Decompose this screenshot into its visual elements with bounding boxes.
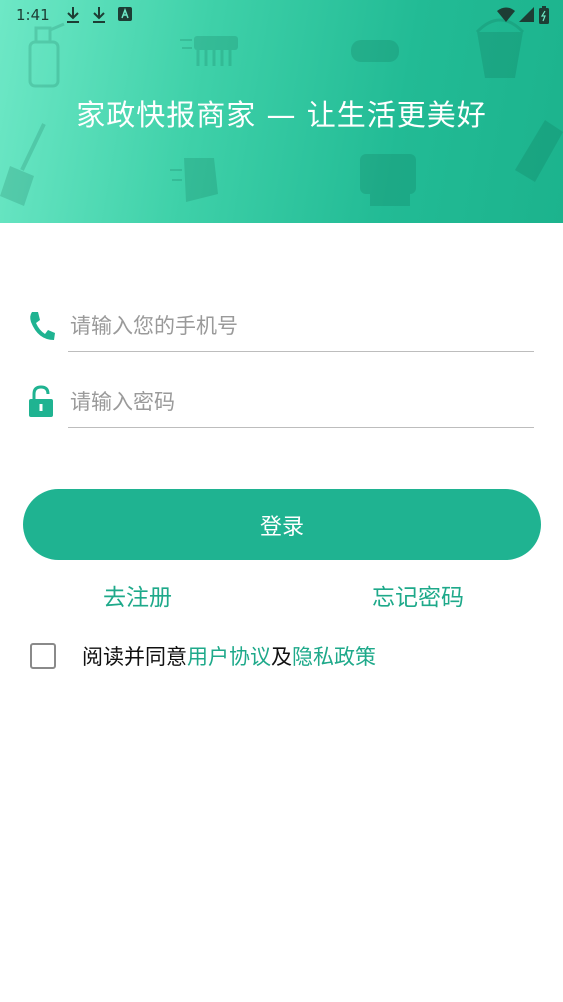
password-input[interactable]: [68, 376, 534, 428]
lock-icon: [29, 385, 53, 417]
login-button[interactable]: 登录: [23, 489, 541, 560]
paper-roll-icon: [360, 154, 416, 206]
status-bar: 1:41: [0, 0, 563, 30]
status-time: 1:41: [16, 6, 50, 24]
battery-icon: [539, 6, 549, 24]
agreement-row: 阅读并同意用户协议及隐私政策: [30, 640, 376, 672]
forgot-password-link[interactable]: 忘记密码: [372, 578, 464, 612]
register-link[interactable]: 去注册: [103, 578, 172, 612]
glove-icon: [170, 158, 218, 202]
phone-input[interactable]: [68, 300, 534, 352]
header-title: 家政快报商家 — 让生活更美好: [76, 98, 487, 132]
agreement-text: 阅读并同意用户协议及隐私政策: [82, 641, 376, 671]
privacy-policy-link[interactable]: 隐私政策: [292, 645, 376, 669]
sponge-icon: [351, 40, 399, 62]
agreement-checkbox[interactable]: [30, 643, 56, 669]
password-field: [26, 376, 536, 434]
wifi-icon: [497, 7, 515, 22]
agreement-conjunction: 及: [271, 645, 292, 669]
signal-icon: [519, 7, 534, 22]
download-icon: [93, 7, 105, 23]
phone-field: [26, 300, 536, 358]
user-agreement-link[interactable]: 用户协议: [187, 645, 271, 669]
header-banner: 1:41 家政快报商家 — 让生活更美好: [0, 0, 563, 223]
download-icon: [67, 7, 79, 23]
a-box-icon: [118, 7, 132, 21]
phone-icon: [30, 312, 55, 340]
agreement-prefix: 阅读并同意: [82, 645, 187, 669]
